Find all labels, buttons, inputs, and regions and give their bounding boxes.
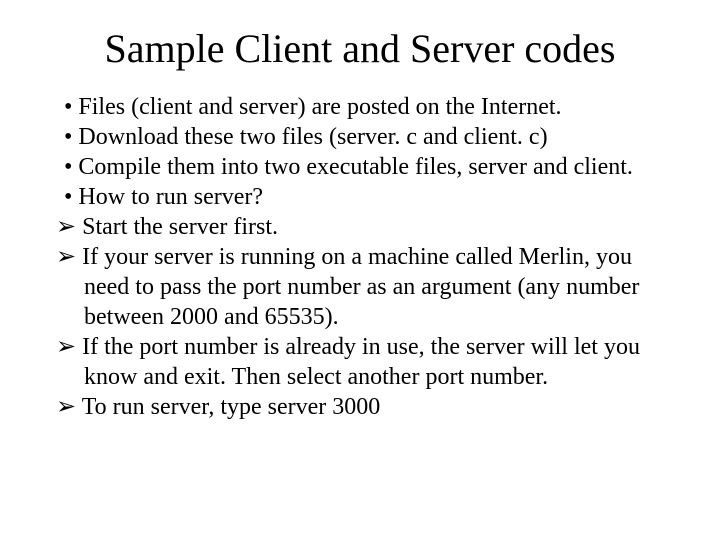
- bullet-item-arrow: If your server is running on a machine c…: [40, 242, 680, 332]
- bullet-item-arrow: Start the server first.: [40, 212, 680, 242]
- bullet-item: Download these two files (server. c and …: [40, 122, 680, 152]
- slide: Sample Client and Server codes Files (cl…: [0, 0, 720, 540]
- slide-content: Files (client and server) are posted on …: [40, 92, 680, 422]
- bullet-item-arrow: To run server, type server 3000: [40, 392, 680, 422]
- bullet-item: Files (client and server) are posted on …: [40, 92, 680, 122]
- bullet-item: Compile them into two executable files, …: [40, 152, 680, 182]
- bullet-item-arrow: If the port number is already in use, th…: [40, 332, 680, 392]
- slide-title: Sample Client and Server codes: [40, 25, 680, 72]
- bullet-item: How to run server?: [40, 182, 680, 212]
